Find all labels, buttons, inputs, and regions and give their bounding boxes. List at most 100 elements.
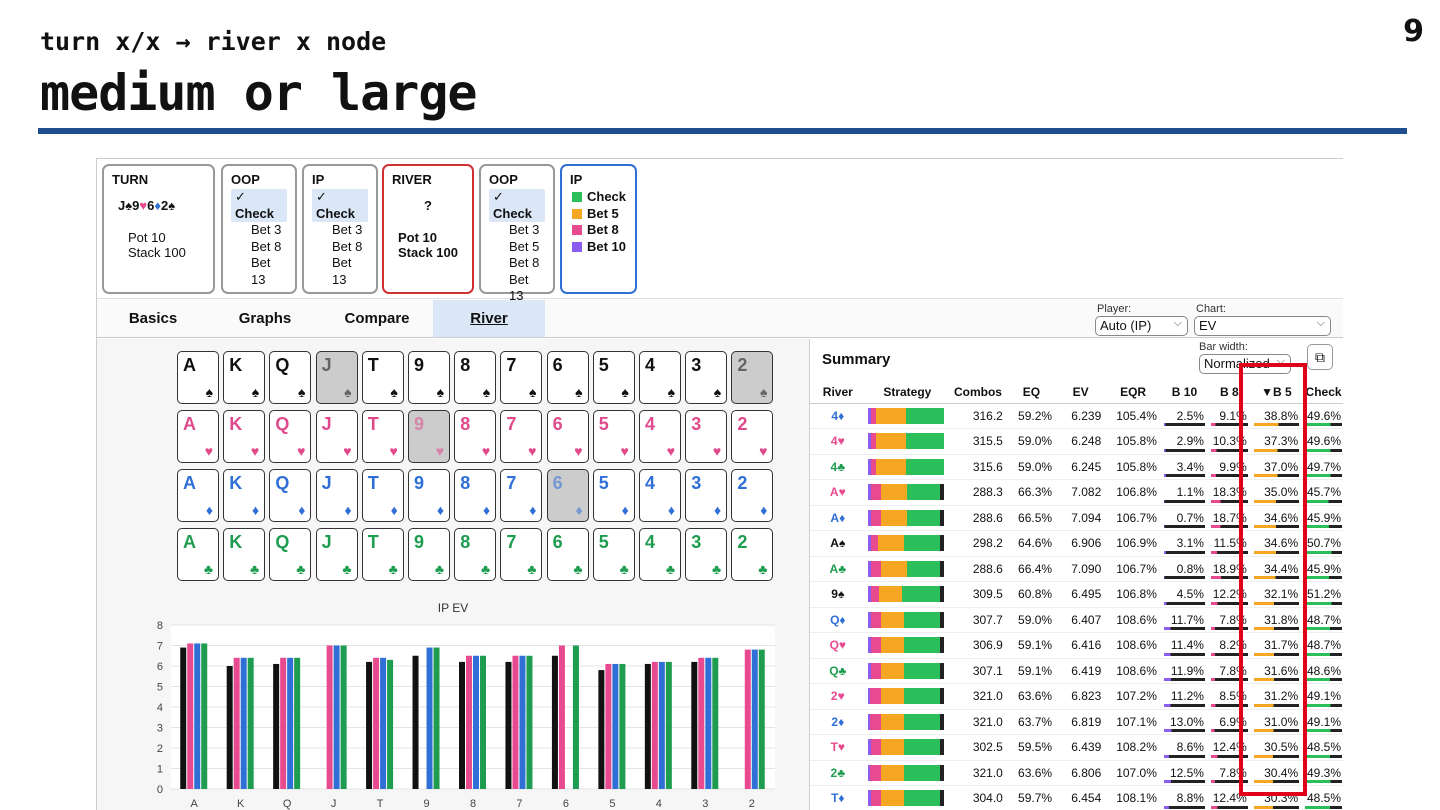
node-option[interactable]: Bet 3 (312, 222, 368, 239)
card-4s[interactable]: 4 ♠ (639, 351, 681, 404)
card-2h[interactable]: 2 ♥ (731, 410, 774, 463)
card-4d[interactable]: 4 ♦ (639, 469, 681, 522)
node-option[interactable]: Bet 8 (312, 239, 368, 256)
card-As[interactable]: A ♠ (177, 351, 219, 404)
column-header[interactable]: EQR (1105, 381, 1161, 404)
column-header[interactable]: River (810, 381, 866, 404)
card-Kc[interactable]: K ♣ (223, 528, 266, 581)
node-river[interactable]: RIVER ? Pot 10 Stack 100 (382, 164, 474, 294)
card-3d[interactable]: 3 ♦ (685, 469, 728, 522)
external-link-icon[interactable]: ⧉ (1307, 344, 1333, 370)
card-5c[interactable]: 5 ♣ (592, 528, 635, 581)
card-3h[interactable]: 3 ♥ (685, 410, 728, 463)
card-Ah[interactable]: A ♥ (177, 410, 219, 463)
node-option[interactable]: Bet 3 (231, 222, 287, 239)
card-9d[interactable]: 9 ♦ (408, 469, 450, 522)
card-7h[interactable]: 7 ♥ (500, 410, 543, 463)
suit-icon: ♦ (390, 502, 398, 518)
node-option[interactable]: Bet 13 (312, 255, 368, 288)
card-9h[interactable]: 9 ♥ (408, 410, 450, 463)
card-8s[interactable]: 8 ♠ (454, 351, 497, 404)
strategy-segment (870, 790, 882, 807)
card-Ac[interactable]: A ♣ (177, 528, 219, 581)
bar-heart-5 (605, 663, 612, 789)
node-option[interactable]: Check (312, 189, 368, 222)
node-option[interactable]: Check (570, 189, 627, 206)
strategy-segment (939, 764, 944, 781)
card-Kh[interactable]: K ♥ (223, 410, 266, 463)
node-oop-2[interactable]: OOPCheckBet 3Bet 5Bet 8Bet 13 (479, 164, 555, 303)
node-option[interactable]: Check (489, 189, 545, 222)
column-header[interactable]: B 10 (1160, 381, 1208, 404)
card-5h[interactable]: 5 ♥ (592, 410, 635, 463)
card-2s[interactable]: 2 ♠ (731, 351, 774, 404)
node-ip-2[interactable]: IP Check Bet 5 Bet 8 Bet 10 (560, 164, 637, 294)
card-9c[interactable]: 9 ♣ (408, 528, 450, 581)
player-select[interactable]: Auto (IP) (1095, 316, 1188, 336)
column-header[interactable]: Check (1302, 381, 1343, 404)
card-Qh[interactable]: Q ♥ (269, 410, 312, 463)
tab-basics[interactable]: Basics (97, 300, 209, 337)
card-Jc[interactable]: J ♣ (315, 528, 358, 581)
card-6d[interactable]: 6 ♦ (546, 469, 589, 522)
card-Qc[interactable]: Q ♣ (269, 528, 312, 581)
card-6h[interactable]: 6 ♥ (546, 410, 589, 463)
node-option[interactable]: Bet 5 (570, 206, 627, 223)
column-header[interactable]: Strategy (865, 381, 950, 404)
node-ip-1[interactable]: IP CheckBet 3Bet 8Bet 13 (302, 164, 378, 294)
node-option[interactable]: Check (231, 189, 287, 222)
node-option[interactable]: Bet 8 (570, 222, 627, 239)
card-8c[interactable]: 8 ♣ (454, 528, 497, 581)
card-8d[interactable]: 8 ♦ (454, 469, 497, 522)
node-option[interactable]: Bet 3 (489, 222, 545, 239)
node-turn[interactable]: TURN J♠9♥6♦2♠ Pot 10 Stack 100 (102, 164, 215, 294)
tab-river[interactable]: River (433, 300, 545, 337)
card-Ad[interactable]: A ♦ (177, 469, 219, 522)
card-7d[interactable]: 7 ♦ (500, 469, 543, 522)
card-6s[interactable]: 6 ♠ (546, 351, 589, 404)
card-Ks[interactable]: K ♠ (223, 351, 266, 404)
card-4c[interactable]: 4 ♣ (639, 528, 681, 581)
card-2d[interactable]: 2 ♦ (731, 469, 774, 522)
card-7c[interactable]: 7 ♣ (500, 528, 543, 581)
card-5d[interactable]: 5 ♦ (592, 469, 635, 522)
column-header[interactable]: Combos (949, 381, 1007, 404)
tab-graphs[interactable]: Graphs (209, 300, 321, 337)
strategy-segment (939, 790, 944, 807)
cell-eqr: 106.7% (1105, 505, 1161, 531)
card-8h[interactable]: 8 ♥ (454, 410, 497, 463)
node-option[interactable]: Bet 8 (231, 239, 287, 256)
card-5s[interactable]: 5 ♠ (592, 351, 635, 404)
card-2c[interactable]: 2 ♣ (731, 528, 774, 581)
card-Th[interactable]: T ♥ (361, 410, 404, 463)
card-6c[interactable]: 6 ♣ (546, 528, 589, 581)
node-option[interactable]: Bet 10 (570, 239, 627, 256)
card-Jd[interactable]: J ♦ (315, 469, 358, 522)
node-option[interactable]: Bet 8 (489, 255, 545, 272)
highlight-box (1239, 363, 1307, 796)
value-underline (1163, 729, 1205, 732)
column-header[interactable]: EV (1056, 381, 1106, 404)
node-option[interactable]: Bet 13 (231, 255, 287, 288)
card-7s[interactable]: 7 ♠ (500, 351, 543, 404)
card-Js[interactable]: J ♠ (315, 351, 358, 404)
chart-select[interactable]: EV (1194, 316, 1331, 336)
column-header[interactable]: EQ (1006, 381, 1057, 404)
card-3s[interactable]: 3 ♠ (685, 351, 728, 404)
card-rank: 6 (552, 355, 563, 375)
card-Jh[interactable]: J ♥ (315, 410, 358, 463)
tab-compare[interactable]: Compare (321, 300, 433, 337)
cell-ev: 6.823 (1056, 683, 1106, 710)
card-Qs[interactable]: Q ♠ (269, 351, 312, 404)
card-Td[interactable]: T ♦ (361, 469, 404, 522)
card-rank: 9 (414, 473, 425, 493)
card-Ts[interactable]: T ♠ (361, 351, 404, 404)
card-Qd[interactable]: Q ♦ (269, 469, 312, 522)
card-Kd[interactable]: K ♦ (223, 469, 266, 522)
card-4h[interactable]: 4 ♥ (639, 410, 681, 463)
card-3c[interactable]: 3 ♣ (685, 528, 728, 581)
node-option[interactable]: Bet 5 (489, 239, 545, 256)
node-oop-1[interactable]: OOP CheckBet 3Bet 8Bet 13 (221, 164, 297, 294)
card-9s[interactable]: 9 ♠ (408, 351, 450, 404)
card-Tc[interactable]: T ♣ (361, 528, 404, 581)
